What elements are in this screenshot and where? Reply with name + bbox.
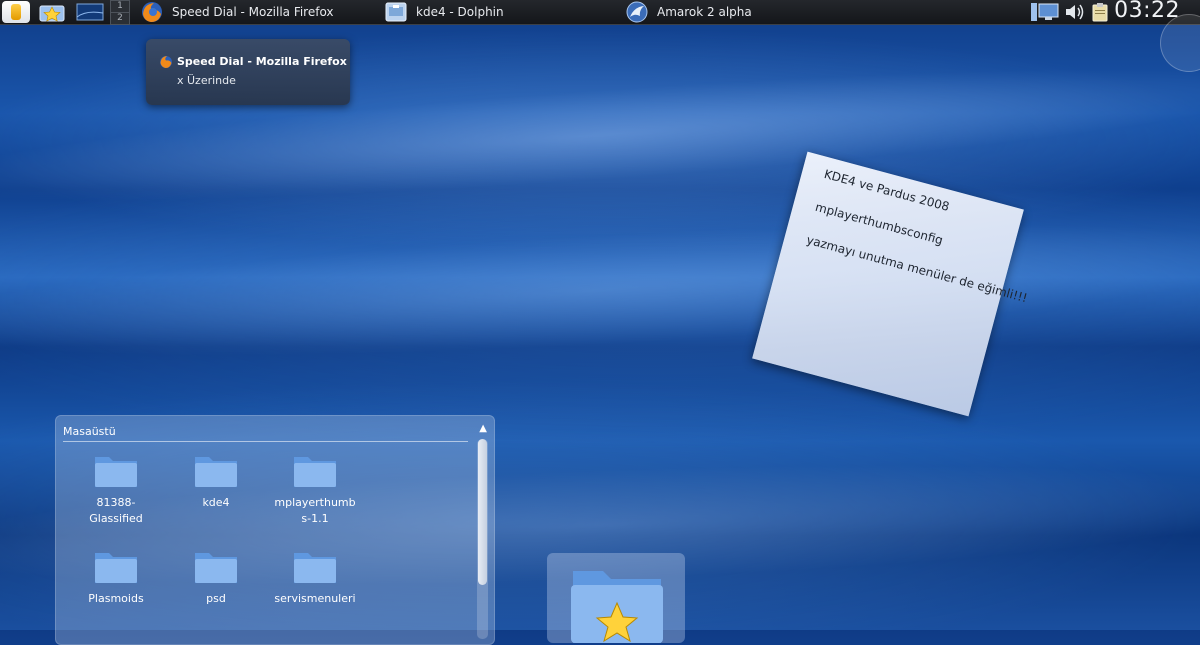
folder-label: kde4 — [202, 496, 230, 509]
dolphin-icon — [385, 2, 407, 22]
pager-desktop-2[interactable]: 2 — [110, 12, 130, 25]
taskbar: 1 2 Speed Dial - Mozilla Firefox kde4 - … — [0, 0, 1200, 25]
folder-view-widget[interactable]: Masaüstü ▲ 81388- Glassified kde4 mplaye… — [55, 415, 495, 645]
folder-item[interactable]: servismenuleri — [265, 547, 365, 607]
amarok-icon — [626, 1, 648, 23]
task-label: Amarok 2 alpha — [657, 5, 752, 19]
folder-icon — [95, 553, 137, 583]
clipboard-icon[interactable] — [1090, 2, 1110, 22]
folder-icon — [95, 457, 137, 487]
virtual-desktop-pager[interactable]: 1 2 — [110, 0, 130, 25]
task-label: Speed Dial - Mozilla Firefox — [172, 5, 334, 19]
folder-item[interactable]: kde4 — [166, 451, 266, 511]
tooltip-subtitle: x Üzerinde — [177, 74, 236, 87]
volume-icon[interactable] — [1064, 2, 1086, 22]
task-amarok[interactable]: Amarok 2 alpha — [625, 0, 752, 24]
note-line: yazmayı unutma menüler de eğimli!!! — [804, 232, 1029, 306]
scrollbar-thumb[interactable] — [478, 439, 487, 585]
folder-icon — [195, 553, 237, 583]
show-desktop-icon[interactable] — [38, 1, 66, 23]
folder-item[interactable]: psd — [166, 547, 266, 607]
firefox-icon — [160, 56, 172, 68]
application-launcher-button[interactable] — [2, 1, 30, 23]
task-firefox[interactable]: Speed Dial - Mozilla Firefox — [140, 0, 334, 24]
scroll-up-arrow-icon[interactable]: ▲ — [479, 423, 487, 434]
desktop-preview-icon[interactable] — [76, 1, 104, 23]
task-tooltip: Speed Dial - Mozilla Firefox x Üzerinde — [146, 39, 350, 105]
folder-label: 81388- Glassified — [89, 496, 143, 525]
firefox-icon — [142, 2, 162, 22]
folder-item[interactable]: Plasmoids — [66, 547, 166, 607]
folder-item[interactable]: 81388- Glassified — [66, 451, 166, 527]
sticky-note[interactable]: KDE4 ve Pardus 2008 mplayerthumbsconfig … — [752, 151, 1029, 417]
divider — [63, 441, 468, 442]
task-label: kde4 - Dolphin — [416, 5, 504, 19]
folder-icon — [294, 553, 336, 583]
folder-view-title: Masaüstü — [63, 425, 116, 438]
folder-icon — [294, 457, 336, 487]
tooltip-title: Speed Dial - Mozilla Firefox — [177, 55, 347, 68]
display-settings-icon[interactable] — [1030, 2, 1060, 22]
kde-menu-icon — [11, 4, 21, 20]
folder-label: Plasmoids — [88, 592, 144, 605]
task-dolphin[interactable]: kde4 - Dolphin — [384, 0, 504, 24]
folder-label: mplayerthumb s-1.1 — [274, 496, 356, 525]
favorites-folder-icon — [571, 571, 663, 643]
folder-item[interactable]: mplayerthumb s-1.1 — [265, 451, 365, 527]
folder-icon — [195, 457, 237, 487]
folder-label: servismenuleri — [274, 592, 356, 605]
folder-label: psd — [206, 592, 226, 605]
